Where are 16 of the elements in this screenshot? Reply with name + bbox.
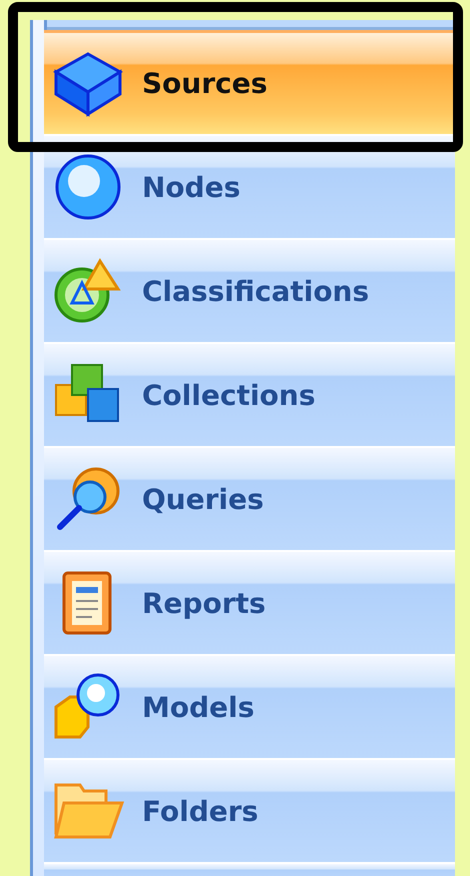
navigation-item[interactable]: Reports (44, 550, 455, 654)
navigation-item-label: Sources (142, 67, 268, 100)
navigation-item[interactable]: Sources (44, 30, 455, 134)
navigation-item-label: Classifications (142, 274, 370, 308)
navigation-item-label: Queries (142, 482, 264, 516)
navigation-item-label: Models (142, 690, 254, 724)
navigation-item-label: Folders (142, 794, 258, 828)
navigation-item[interactable]: Nodes (44, 134, 455, 238)
navigation-item[interactable]: Queries (44, 446, 455, 550)
navigation-item-label: Nodes (142, 170, 240, 204)
navigation-item-label: Reports (142, 586, 266, 620)
navigation-item[interactable]: Folders (44, 758, 455, 862)
navigation-item[interactable]: Models (44, 654, 455, 758)
navigation-item-label: Collections (142, 378, 316, 412)
navigation-item[interactable]: Collections (44, 342, 455, 446)
navigation-item[interactable]: Classifications (44, 238, 455, 342)
